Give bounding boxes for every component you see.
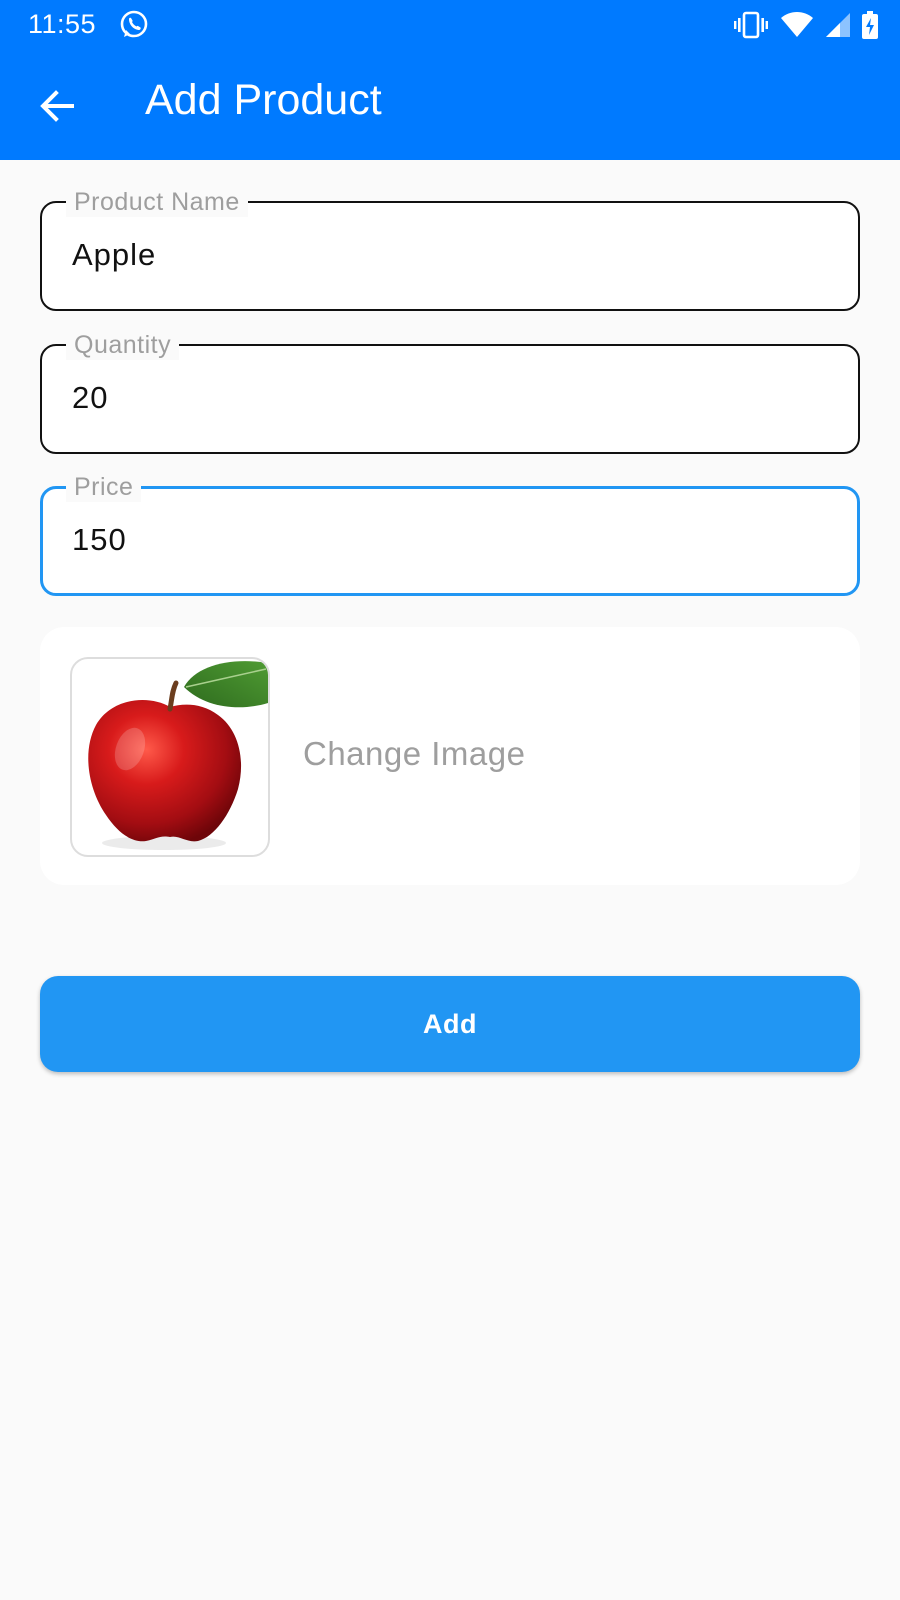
product-image[interactable] bbox=[70, 657, 270, 857]
change-image-button[interactable]: Change Image bbox=[303, 735, 525, 773]
cell-signal-icon bbox=[826, 13, 850, 37]
product-name-field[interactable]: Product Name bbox=[40, 187, 860, 311]
whatsapp-icon bbox=[120, 10, 148, 38]
quantity-label: Quantity bbox=[66, 330, 180, 360]
app-bar: Add Product bbox=[0, 50, 900, 160]
red-apple-image bbox=[88, 661, 268, 850]
quantity-field[interactable]: Quantity bbox=[40, 330, 860, 454]
status-icons bbox=[734, 9, 878, 41]
vibrate-icon bbox=[734, 11, 768, 39]
product-name-label: Product Name bbox=[66, 187, 248, 217]
product-name-input[interactable] bbox=[72, 233, 832, 277]
wifi-icon bbox=[781, 12, 813, 37]
quantity-input[interactable] bbox=[72, 376, 832, 420]
status-time: 11:55 bbox=[28, 9, 97, 39]
status-bar: 11:55 bbox=[0, 0, 900, 50]
page-title: Add Product bbox=[145, 76, 382, 124]
price-label: Price bbox=[66, 472, 142, 502]
back-button[interactable] bbox=[28, 78, 84, 134]
image-picker-card: Change Image bbox=[40, 627, 860, 885]
arrow-back-icon bbox=[40, 90, 74, 122]
add-button[interactable]: Add bbox=[40, 976, 860, 1072]
price-field[interactable]: Price bbox=[40, 472, 860, 596]
battery-charging-icon bbox=[862, 11, 878, 39]
price-input[interactable] bbox=[72, 518, 832, 562]
